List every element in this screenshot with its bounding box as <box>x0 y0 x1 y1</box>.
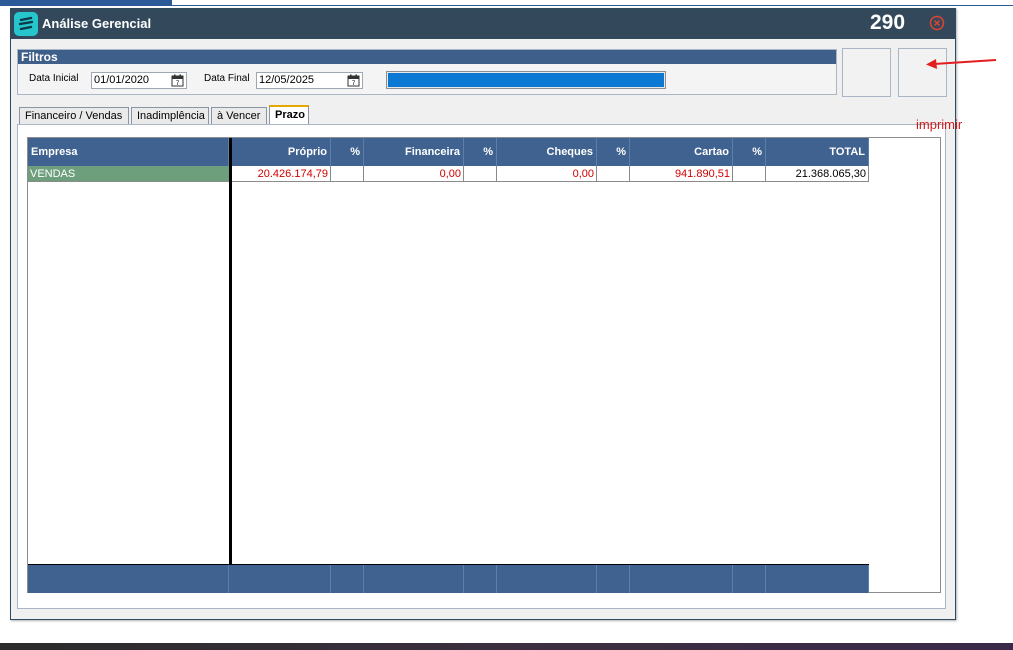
taskbar-accent <box>0 0 172 6</box>
cell-financeira[interactable]: 0,00 <box>364 166 464 182</box>
data-grid: Empresa Próprio % Financeira % Cheques %… <box>27 137 941 593</box>
table-row[interactable]: VENDAS 20.426.174,79 0,00 0,00 941.890,5… <box>28 166 869 182</box>
tab-financeiro-vendas[interactable]: Financeiro / Vendas <box>19 107 129 125</box>
action-box-1[interactable] <box>842 48 891 97</box>
cell-empresa[interactable]: VENDAS <box>28 166 229 182</box>
background-line <box>172 5 1013 6</box>
cell-cheques[interactable]: 0,00 <box>497 166 597 182</box>
cell-total[interactable]: 21.368.065,30 <box>766 166 869 182</box>
tab-panel-prazo: Empresa Próprio % Financeira % Cheques %… <box>17 124 946 609</box>
cell-proprio[interactable]: 20.426.174,79 <box>232 166 331 182</box>
frozen-column-divider <box>229 138 232 593</box>
col-cartao[interactable]: Cartao <box>630 138 733 166</box>
footer-cell <box>364 565 464 593</box>
start-date-field[interactable]: 01/01/2020 7 <box>91 72 187 89</box>
col-empresa[interactable]: Empresa <box>28 138 229 166</box>
end-date-field[interactable]: 12/05/2025 7 <box>256 72 363 89</box>
footer-cell <box>28 565 229 593</box>
col-proprio[interactable]: Próprio <box>232 138 331 166</box>
col-cheques[interactable]: Cheques <box>497 138 597 166</box>
print-annotation: imprimir <box>916 117 963 132</box>
footer-cell <box>597 565 630 593</box>
footer-cell <box>766 565 869 593</box>
record-count: 290 <box>870 11 906 34</box>
footer-cell <box>232 565 331 593</box>
start-date-label: Data Inicial <box>29 73 79 84</box>
progress-fill <box>388 73 664 87</box>
cell-cartao-pct[interactable] <box>733 166 766 182</box>
col-financeira[interactable]: Financeira <box>364 138 464 166</box>
filters-panel: Filtros Data Inicial 01/01/2020 7 Data F… <box>17 49 837 95</box>
arrow-left-icon <box>926 59 997 69</box>
calendar-icon[interactable]: 7 <box>347 74 360 87</box>
tab-a-vencer[interactable]: à Vencer <box>211 107 267 125</box>
analysis-window: Análise Gerencial 290 Filtros Data Inici… <box>10 8 956 620</box>
cell-cartao[interactable]: 941.890,51 <box>630 166 733 182</box>
close-circle-icon[interactable] <box>929 15 945 31</box>
filters-title: Filtros <box>18 50 836 64</box>
footer-cell <box>497 565 597 593</box>
cell-financeira-pct[interactable] <box>464 166 497 182</box>
col-financeira-pct[interactable]: % <box>464 138 497 166</box>
col-cheques-pct[interactable]: % <box>597 138 630 166</box>
calendar-icon[interactable]: 7 <box>171 74 184 87</box>
col-cartao-pct[interactable]: % <box>733 138 766 166</box>
taskbar <box>0 643 1013 650</box>
end-date-label: Data Final <box>204 73 250 84</box>
cell-cheques-pct[interactable] <box>597 166 630 182</box>
end-date-value: 12/05/2025 <box>259 74 315 86</box>
col-total[interactable]: TOTAL <box>766 138 869 166</box>
grid-header: Empresa Próprio % Financeira % Cheques %… <box>28 138 869 166</box>
footer-cell <box>464 565 497 593</box>
window-title: Análise Gerencial <box>42 16 152 31</box>
title-bar: Análise Gerencial 290 <box>11 9 955 39</box>
footer-cell <box>630 565 733 593</box>
start-date-value: 01/01/2020 <box>94 74 150 86</box>
grid-footer <box>28 564 869 593</box>
tab-prazo[interactable]: Prazo <box>269 105 309 126</box>
cell-proprio-pct[interactable] <box>331 166 364 182</box>
col-proprio-pct[interactable]: % <box>331 138 364 166</box>
footer-cell <box>733 565 766 593</box>
footer-cell <box>331 565 364 593</box>
tab-inadimplencia[interactable]: Inadimplência <box>131 107 209 125</box>
progress-bar <box>386 71 666 89</box>
app-logo-icon <box>14 12 38 36</box>
